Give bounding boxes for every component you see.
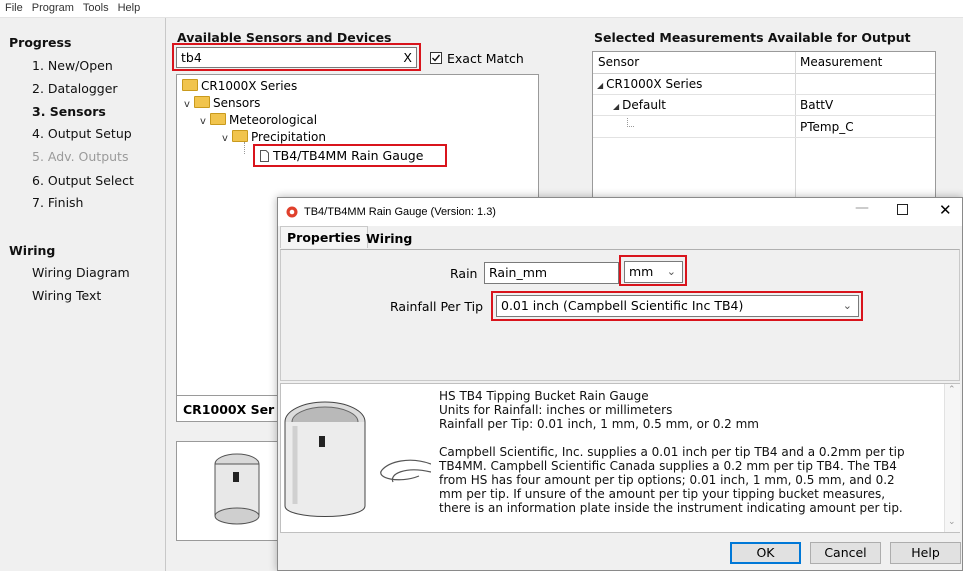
rainfall-per-tip-select[interactable]: 0.01 inch (Campbell Scientific Inc TB4) …	[496, 295, 859, 317]
step-output-setup[interactable]: 4. Output Setup	[32, 126, 132, 141]
description-line: Rainfall per Tip: 0.01 inch, 1 mm, 0.5 m…	[439, 417, 759, 431]
row-measurement[interactable]: PTemp_C	[800, 120, 854, 134]
tree-label: Meteorological	[229, 113, 318, 127]
tree-connector	[627, 118, 634, 127]
sidebar-divider	[165, 18, 166, 571]
grid-row-line	[593, 115, 935, 116]
grid-row[interactable]: ◢ Default	[613, 98, 666, 112]
description-text: HS TB4 Tipping Bucket Rain Gauge Units fo…	[439, 389, 944, 515]
tab-properties[interactable]: Properties	[280, 226, 368, 248]
chevron-down-icon: v	[200, 116, 206, 127]
app-logo-icon	[286, 206, 298, 218]
measurements-grid: Sensor Measurement ◢ CR1000X Series ◢ Defa…	[592, 51, 936, 199]
tab-wiring[interactable]: Wiring	[360, 228, 418, 249]
step-finish[interactable]: 7. Finish	[32, 195, 83, 210]
tree-node-sensors[interactable]: v Sensors	[184, 96, 260, 110]
help-button[interactable]: Help	[890, 542, 961, 564]
tree-label: CR1000X Series	[201, 79, 298, 93]
description-scrollbar[interactable]: ⌃ ⌄	[944, 384, 960, 532]
chevron-down-icon: ⌄	[842, 299, 852, 312]
folder-open-icon	[210, 113, 226, 125]
grid-row[interactable]: ◢ CR1000X Series	[597, 77, 702, 91]
menu-file[interactable]: File	[0, 1, 27, 14]
chevron-down-icon: v	[222, 133, 228, 144]
selected-heading: Selected Measurements Available for Outp…	[594, 30, 911, 45]
description-line: HS TB4 Tipping Bucket Rain Gauge	[439, 389, 649, 403]
tree-label: TB4/TB4MM Rain Gauge	[273, 148, 424, 163]
dialog-tabs: Properties Wiring	[278, 226, 962, 249]
dialog-title: TB4/TB4MM Rain Gauge (Version: 1.3)	[304, 206, 496, 218]
row-measurement[interactable]: BattV	[800, 98, 833, 112]
step-adv-outputs: 5. Adv. Outputs	[32, 149, 129, 164]
column-measurement[interactable]: Measurement	[800, 55, 882, 69]
scroll-up-icon[interactable]: ⌃	[948, 385, 956, 395]
step-output-select[interactable]: 6. Output Select	[32, 173, 134, 188]
chevron-down-icon: ⌄	[666, 265, 676, 278]
rainfall-value: 0.01 inch (Campbell Scientific Inc TB4)	[501, 298, 744, 313]
close-icon[interactable]: ✕	[939, 201, 952, 219]
rain-label: Rain	[450, 266, 478, 281]
column-sensor[interactable]: Sensor	[598, 55, 639, 69]
step-sensors[interactable]: 3. Sensors	[32, 104, 106, 119]
cancel-button[interactable]: Cancel	[810, 542, 881, 564]
dialog-titlebar: TB4/TB4MM Rain Gauge (Version: 1.3) — ✕	[278, 198, 962, 226]
progress-title: Progress	[9, 35, 72, 50]
folder-open-icon	[194, 96, 210, 108]
units-value: mm	[629, 264, 654, 279]
collapse-triangle-icon: ◢	[597, 81, 604, 90]
description-line: Units for Rainfall: inches or millimeter…	[439, 403, 673, 417]
rainfall-per-tip-label: Rainfall Per Tip	[390, 299, 483, 314]
tree-connector	[244, 142, 246, 154]
tree-node-precipitation[interactable]: v Precipitation	[222, 130, 326, 144]
menu-tools[interactable]: Tools	[78, 1, 113, 14]
rain-gauge-image	[284, 401, 431, 517]
tree-label: Precipitation	[251, 130, 327, 144]
grid-column-divider	[795, 52, 796, 198]
maximize-icon[interactable]	[897, 204, 908, 215]
grid-row-line	[593, 137, 935, 138]
step-new-open[interactable]: 1. New/Open	[32, 58, 113, 73]
menu-program[interactable]: Program	[27, 1, 78, 14]
exact-match-checkbox[interactable]	[430, 52, 442, 64]
wiring-diagram-link[interactable]: Wiring Diagram	[32, 265, 130, 280]
grid-header	[593, 52, 935, 74]
sensor-dialog: TB4/TB4MM Rain Gauge (Version: 1.3) — ✕ …	[277, 197, 963, 571]
wiring-title: Wiring	[9, 243, 56, 258]
grid-row-line	[593, 94, 935, 95]
scroll-down-icon[interactable]: ⌄	[948, 517, 956, 527]
folder-icon	[182, 79, 198, 91]
chevron-down-icon: v	[184, 99, 190, 110]
step-datalogger[interactable]: 2. Datalogger	[32, 81, 118, 96]
check-icon	[432, 54, 441, 62]
units-select[interactable]: mm ⌄	[624, 261, 683, 283]
datalogger-tab-label: CR1000X Ser	[183, 402, 275, 417]
wiring-text-link[interactable]: Wiring Text	[32, 288, 101, 303]
description-paragraph: Campbell Scientific, Inc. supplies a 0.0…	[439, 445, 905, 515]
folder-open-icon	[232, 130, 248, 142]
tree-node-meteorological[interactable]: v Meteorological	[200, 113, 317, 127]
search-input[interactable]: tb4 X	[176, 47, 417, 68]
ok-button[interactable]: OK	[730, 542, 801, 564]
tree-node-tb4[interactable]: TB4/TB4MM Rain Gauge	[260, 148, 423, 163]
row-sensor: CR1000X Series	[606, 77, 703, 91]
document-icon	[260, 150, 269, 162]
rain-variable-input[interactable]: Rain_mm	[484, 262, 619, 284]
tree-node-cr1000x[interactable]: CR1000X Series	[182, 79, 297, 93]
search-value: tb4	[181, 50, 202, 65]
tree-label: Sensors	[213, 96, 261, 110]
collapse-triangle-icon: ◢	[613, 102, 620, 111]
exact-match-label: Exact Match	[447, 51, 524, 66]
menu-bar: File Program Tools Help	[0, 0, 963, 18]
clear-search-button[interactable]: X	[403, 49, 412, 66]
minimize-icon[interactable]: —	[855, 200, 869, 216]
row-sensor: Default	[622, 98, 667, 112]
menu-help[interactable]: Help	[113, 1, 145, 14]
